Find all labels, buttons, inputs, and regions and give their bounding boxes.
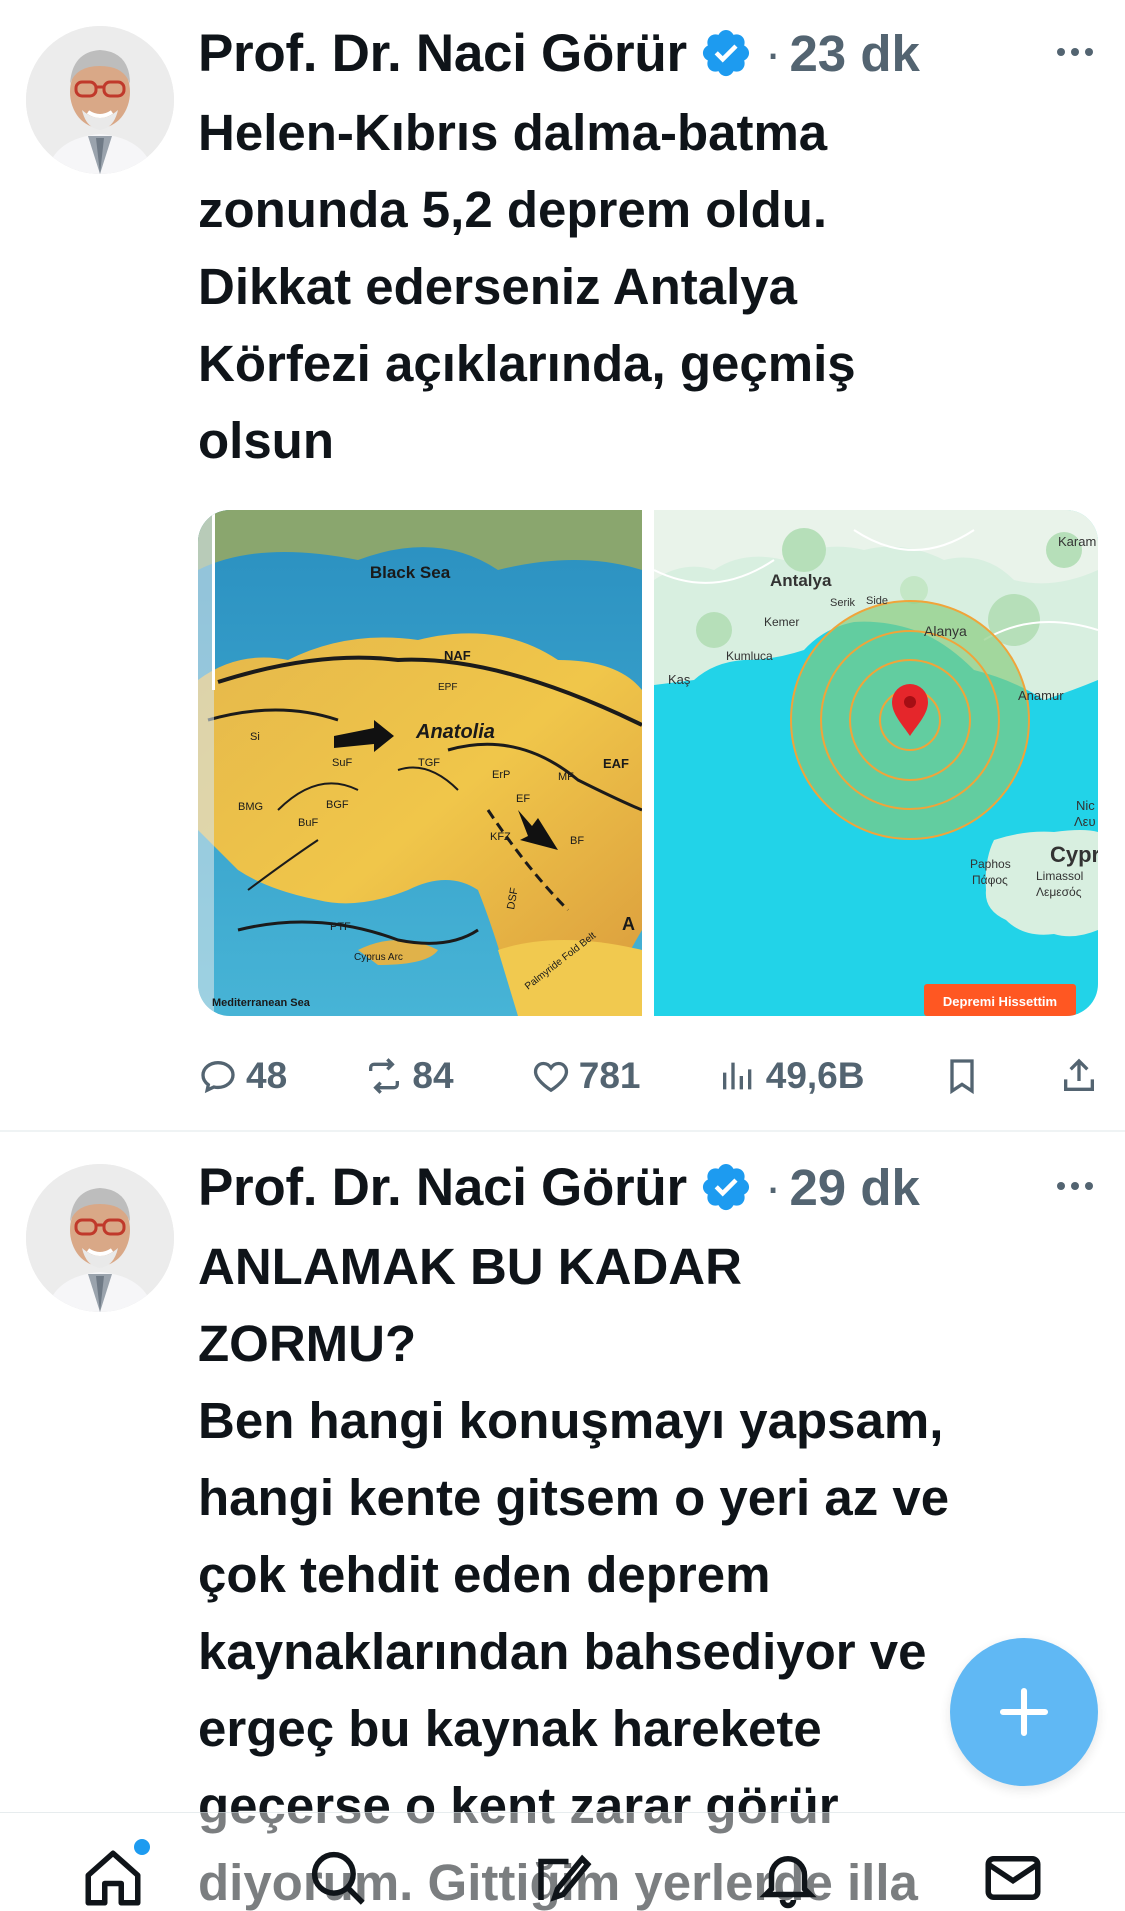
map-label-anamur: Anamur — [1018, 688, 1064, 703]
earthquake-map: Antalya Serik Side Kemer Kumluca Kaş Ala… — [654, 510, 1098, 1016]
map-label-black-sea: Black Sea — [370, 563, 451, 582]
compose-button[interactable] — [950, 1638, 1098, 1786]
tweet-header: Prof. Dr. Naci Görür · 23 dk — [198, 18, 1099, 88]
reply-count: 48 — [246, 1055, 288, 1096]
map-label-kumluca: Kumluca — [726, 649, 773, 663]
map-label-nicosia-gr: Λευ — [1074, 814, 1096, 829]
map-label-kas: Kaş — [668, 672, 691, 687]
nav-home[interactable] — [80, 1839, 150, 1911]
map-label-eaf: EAF — [603, 756, 629, 771]
map-label-side: Side — [866, 595, 888, 607]
map-label-nicosia: Nic — [1076, 798, 1095, 813]
share-button[interactable] — [1059, 1056, 1099, 1096]
tweet-body: Helen-Kıbrıs dalma-batma zonunda 5,2 dep… — [198, 104, 856, 469]
map-label-mf: MF — [558, 771, 574, 783]
map-label-anatolia: Anatolia — [415, 721, 495, 743]
tectonic-map: Black Sea Anatolia NAF EPF EAF Si SuF TG… — [198, 510, 642, 1016]
tweet-text: Helen-Kıbrıs dalma-batma zonunda 5,2 dep… — [198, 94, 1105, 479]
repost-button[interactable]: 84 — [364, 1055, 454, 1097]
reply-icon — [201, 1060, 235, 1094]
map-label-cyprus: Cypr — [1050, 842, 1098, 867]
map-label-ef: EF — [516, 793, 530, 805]
map-label-buf: BuF — [298, 817, 318, 829]
map-label-ptf: PTF — [330, 921, 351, 933]
more-icon[interactable] — [1051, 28, 1099, 76]
views-button[interactable]: 49,6B — [718, 1055, 865, 1097]
bookmark-button[interactable] — [942, 1056, 982, 1096]
like-count: 781 — [578, 1055, 641, 1096]
map-label-mediterranean: Mediterranean Sea — [212, 997, 311, 1009]
map-label-bgf: BGF — [326, 799, 349, 811]
tweet-body: ANLAMAK BU KADAR ZORMU? Ben hangi konuşm… — [198, 1238, 950, 1911]
views-icon — [722, 1062, 752, 1090]
timestamp[interactable]: 29 dk — [789, 1158, 919, 1217]
timestamp[interactable]: 23 dk — [789, 24, 919, 83]
more-icon[interactable] — [1051, 1162, 1099, 1210]
tweet[interactable]: Prof. Dr. Naci Görür · 29 dk ANLAMAK BU … — [0, 1134, 1125, 1911]
avatar[interactable] — [26, 26, 174, 174]
map-label-alanya: Alanya — [924, 623, 967, 639]
repost-icon — [369, 1058, 400, 1094]
map-label-limassol: Limassol — [1036, 869, 1083, 883]
tweet-text: ANLAMAK BU KADAR ZORMU? Ben hangi konuşm… — [198, 1228, 1105, 1911]
map-label-kemer: Kemer — [764, 615, 799, 629]
map-label-tgf: TGF — [418, 757, 440, 769]
quake-badge: Depremi Hissettim — [943, 994, 1057, 1009]
author-name[interactable]: Prof. Dr. Naci Görür — [198, 1157, 687, 1218]
avatar-image — [26, 26, 174, 174]
search-icon — [311, 1851, 365, 1905]
author-name[interactable]: Prof. Dr. Naci Görür — [198, 23, 687, 84]
map-label-bmg: BMG — [238, 801, 263, 813]
nav-compose[interactable] — [530, 1845, 596, 1911]
bookmark-icon — [950, 1059, 974, 1095]
bottom-nav — [0, 1812, 1125, 1911]
share-icon — [1063, 1058, 1094, 1091]
nav-notifications[interactable] — [755, 1845, 821, 1911]
home-icon — [85, 1850, 140, 1906]
bell-icon — [758, 1856, 817, 1909]
map-label-erp: ErP — [492, 769, 510, 781]
nav-search[interactable] — [305, 1845, 371, 1911]
map-label-karaman: Karam — [1058, 534, 1096, 549]
map-label-a: A — [622, 914, 635, 934]
views-count: 49,6B — [765, 1055, 865, 1096]
action-bar: 48 84 781 49,6B — [198, 1044, 1099, 1108]
map-label-antalya: Antalya — [770, 571, 832, 590]
plus-icon — [999, 1687, 1049, 1737]
map-label-suf: SuF — [332, 757, 352, 769]
reply-button[interactable]: 48 — [198, 1055, 287, 1097]
heart-icon — [533, 1061, 568, 1093]
tectonic-map-image[interactable]: Black Sea Anatolia NAF EPF EAF Si SuF TG… — [198, 510, 642, 1016]
verified-badge-icon[interactable] — [699, 1160, 753, 1214]
map-label-serik: Serik — [830, 597, 856, 609]
map-label-naf: NAF — [444, 648, 471, 663]
separator-dot: · — [764, 25, 782, 81]
map-label-cyprus-arc: Cyprus Arc — [354, 952, 403, 963]
earthquake-map-image[interactable]: Antalya Serik Side Kemer Kumluca Kaş Ala… — [654, 510, 1098, 1016]
map-label-limassol-gr: Λεμεσός — [1036, 885, 1082, 899]
avatar[interactable] — [26, 1164, 174, 1312]
verified-badge-icon[interactable] — [699, 26, 753, 80]
map-label-bf: BF — [570, 835, 584, 847]
notification-dot — [133, 1839, 150, 1855]
mail-icon — [985, 1856, 1040, 1900]
map-label-paphos-gr: Πάφος — [972, 873, 1008, 887]
map-label-paphos: Paphos — [970, 857, 1011, 871]
map-label-si: Si — [250, 731, 260, 743]
edit-icon — [537, 1854, 591, 1902]
map-label-epf: EPF — [438, 682, 457, 693]
avatar-image — [26, 1164, 174, 1312]
like-button[interactable]: 781 — [531, 1055, 641, 1097]
tweet-header: Prof. Dr. Naci Görür · 29 dk — [198, 1152, 1099, 1222]
repost-count: 84 — [412, 1055, 454, 1096]
nav-messages[interactable] — [980, 1845, 1046, 1911]
map-label-kfz: KFZ — [490, 831, 511, 843]
separator-dot: · — [764, 1159, 782, 1215]
media-grid[interactable]: Black Sea Anatolia NAF EPF EAF Si SuF TG… — [198, 510, 1098, 1016]
timeline-screen: Prof. Dr. Naci Görür · 23 dk Helen-Kıbrı… — [0, 0, 1125, 1911]
tweet[interactable]: Prof. Dr. Naci Görür · 23 dk Helen-Kıbrı… — [0, 0, 1125, 1132]
